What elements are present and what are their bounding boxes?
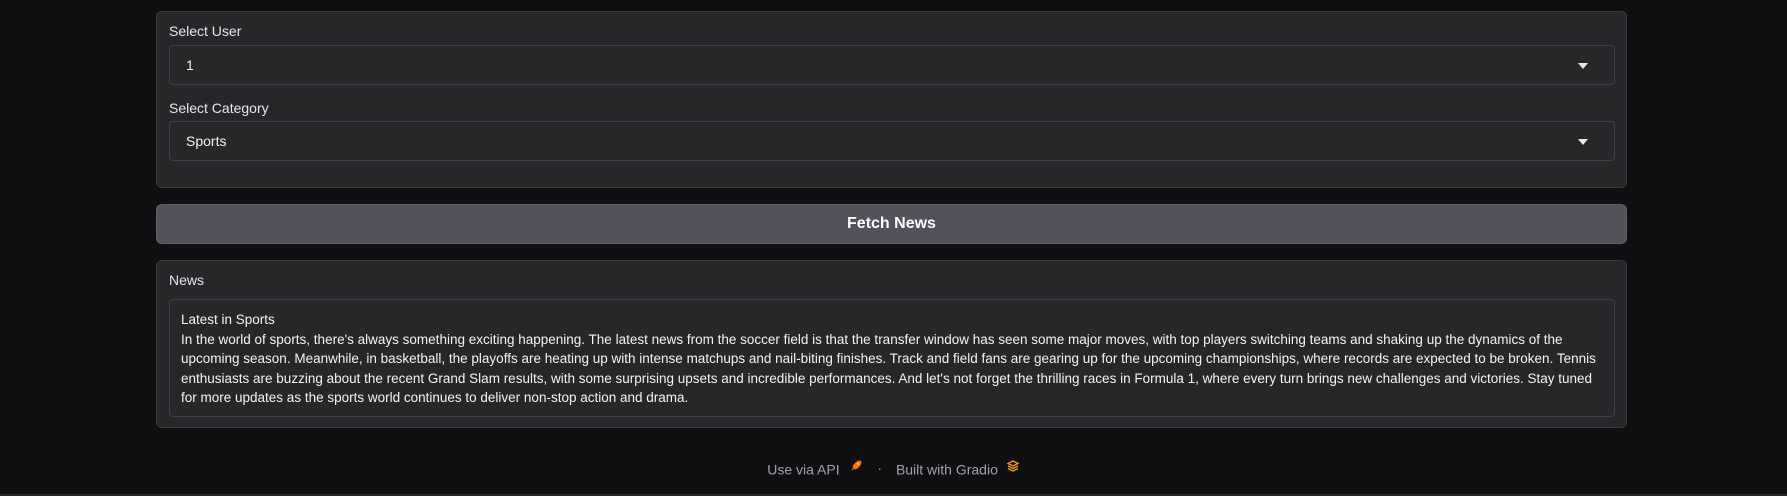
news-textbox[interactable]: Latest in Sports In the world of sports,… [169, 299, 1615, 417]
input-panel: Select User 1 Select Category Sports [156, 11, 1627, 188]
news-label: News [169, 272, 205, 288]
built-with-gradio-label: Built with Gradio [895, 461, 998, 478]
chevron-down-icon [1578, 63, 1588, 69]
use-via-api-label: Use via API [767, 461, 840, 478]
user-dropdown[interactable]: 1 [169, 45, 1615, 85]
footer: Use via API · Built with Gradio [0, 459, 1787, 477]
category-dropdown[interactable]: Sports [169, 121, 1615, 161]
select-user-label: Select User [169, 23, 242, 39]
news-panel: News Latest in Sports In the world of sp… [156, 260, 1627, 428]
use-via-api-link[interactable]: Use via API [767, 460, 867, 478]
footer-separator: · [877, 460, 883, 477]
select-category-label: Select Category [169, 100, 269, 116]
chevron-down-icon [1578, 139, 1588, 145]
category-dropdown-value: Sports [186, 133, 227, 149]
gradio-logo-icon [1006, 460, 1020, 472]
rocket-icon [852, 460, 862, 471]
built-with-gradio-link[interactable]: Built with Gradio [895, 460, 1020, 478]
fetch-news-button[interactable]: Fetch News [156, 204, 1627, 244]
user-dropdown-value: 1 [186, 57, 194, 73]
